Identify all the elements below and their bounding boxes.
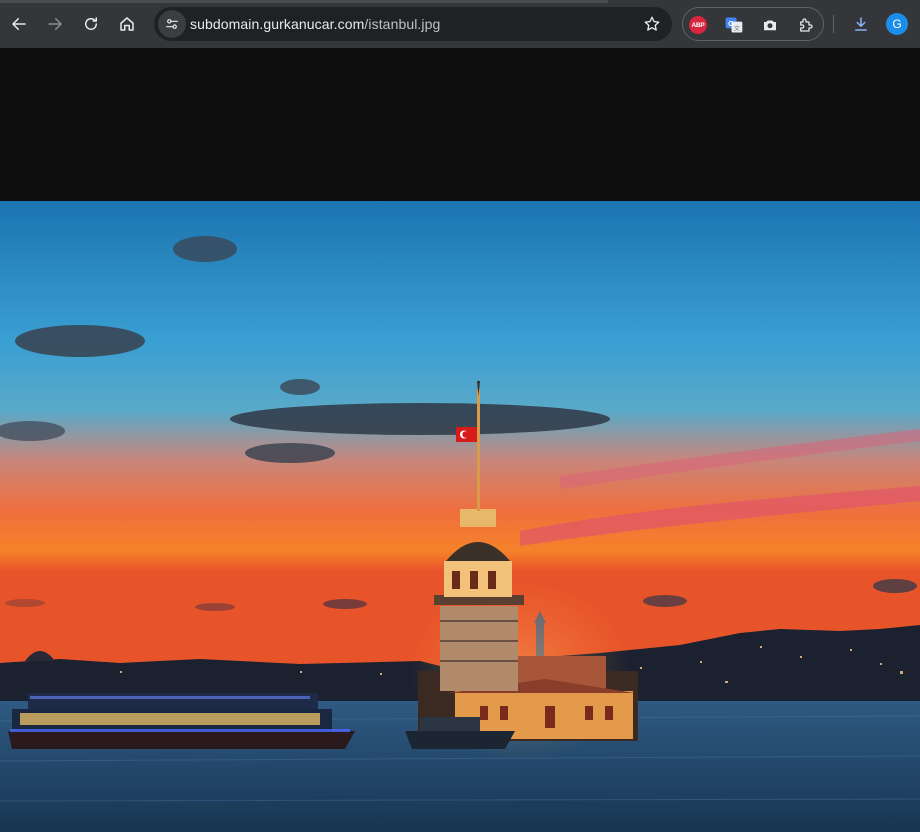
loading-progress-bar: [0, 0, 608, 3]
toolbar-divider: [833, 15, 834, 33]
site-info-button[interactable]: [158, 10, 186, 38]
extensions-group: ABP G 文: [682, 7, 824, 41]
url-path: /istanbul.jpg: [364, 16, 441, 32]
lantern-windows: [452, 571, 496, 589]
tower-body: [440, 606, 518, 691]
dark-cloud: [323, 599, 367, 609]
profile-avatar[interactable]: G: [886, 13, 908, 35]
arrow-right-icon: [48, 18, 62, 30]
svg-text:文: 文: [734, 24, 740, 32]
dark-cloud: [173, 236, 237, 262]
home-icon: [120, 17, 134, 31]
page-viewport: [0, 48, 920, 832]
puzzle-icon: [800, 18, 813, 32]
address-bar[interactable]: subdomain.gurkanucar.com/istanbul.jpg: [154, 7, 672, 41]
downloads-button[interactable]: [845, 8, 877, 40]
dark-cloud: [280, 379, 320, 395]
back-button[interactable]: [3, 8, 35, 40]
url-domain: subdomain.gurkanucar.com: [190, 16, 365, 32]
screenshot-extension-button[interactable]: [759, 14, 781, 36]
reload-button[interactable]: [75, 8, 107, 40]
dark-cloud: [15, 325, 145, 357]
dark-cloud: [873, 579, 917, 593]
dark-cloud: [245, 443, 335, 463]
download-icon: [855, 17, 867, 31]
tune-icon: [166, 19, 178, 29]
camera-icon: [764, 20, 776, 31]
forward-button[interactable]: [39, 8, 71, 40]
url-text[interactable]: subdomain.gurkanucar.com/istanbul.jpg: [190, 16, 440, 32]
ferry: [8, 693, 355, 749]
tower-cupola: [460, 509, 496, 527]
bookmark-button[interactable]: [642, 14, 662, 34]
dark-cloud: [195, 603, 235, 611]
arrow-left-icon: [12, 18, 26, 30]
extensions-menu-button[interactable]: [795, 14, 817, 36]
flag-pole: [477, 389, 480, 511]
translate-extension-button[interactable]: G 文: [723, 14, 745, 36]
google-translate-icon: G 文: [725, 17, 743, 33]
abp-icon: ABP: [689, 16, 707, 34]
browser-toolbar: subdomain.gurkanucar.com/istanbul.jpg AB…: [0, 0, 920, 48]
star-icon: [644, 16, 660, 31]
dark-cloud: [5, 599, 45, 607]
home-button[interactable]: [111, 8, 143, 40]
istanbul-photo: [0, 201, 920, 832]
adblock-extension-button[interactable]: ABP: [687, 14, 709, 36]
dark-cloud: [230, 403, 610, 435]
dark-cloud: [643, 595, 687, 607]
flag-crescent-cutout: [462, 431, 469, 438]
reload-icon: [85, 17, 97, 30]
